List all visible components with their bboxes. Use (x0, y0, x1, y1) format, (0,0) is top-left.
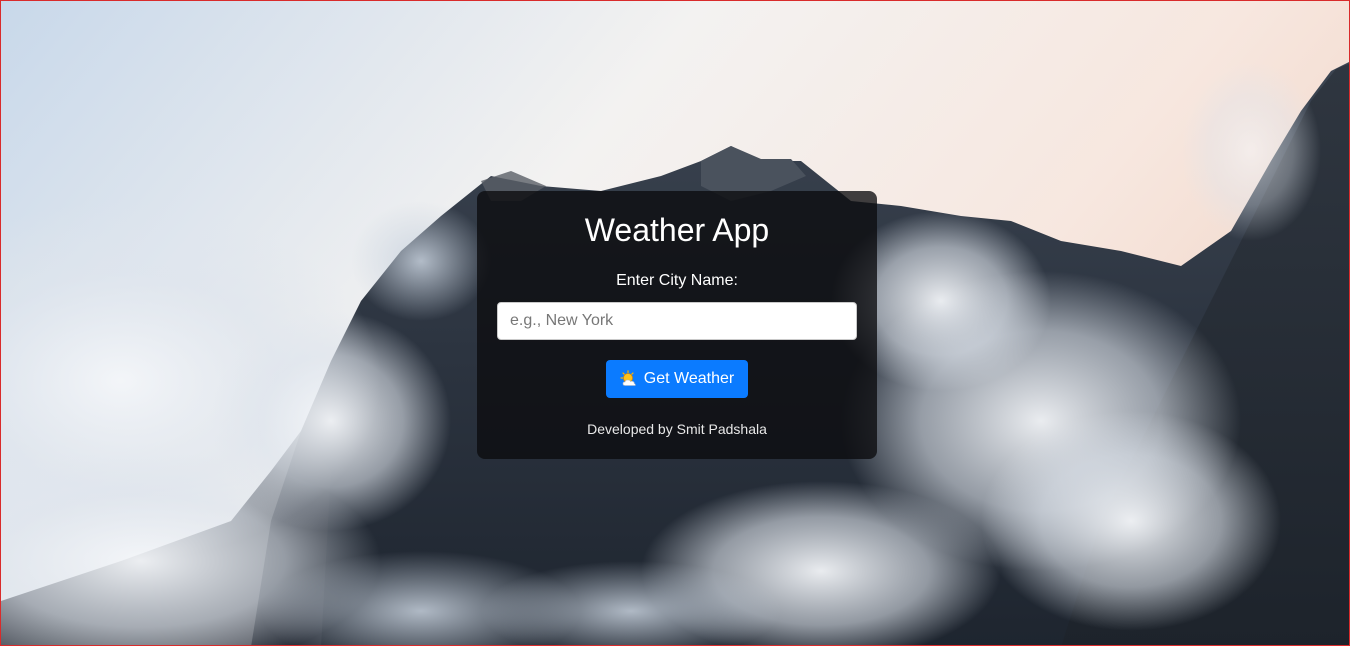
get-weather-button-label: Get Weather (643, 370, 735, 387)
weather-form-card: Weather App Enter City Name: Get Weather (477, 191, 877, 459)
get-weather-button[interactable]: Get Weather (606, 360, 748, 398)
city-search-input[interactable] (497, 302, 857, 340)
page: Weather App Enter City Name: Get Weather (0, 0, 1350, 646)
sun-behind-cloud-icon (620, 370, 638, 388)
developer-credit: Developed by Smit Padshala (587, 421, 767, 437)
page-title: Weather App (584, 212, 770, 248)
city-input-label: Enter City Name: (616, 272, 738, 289)
